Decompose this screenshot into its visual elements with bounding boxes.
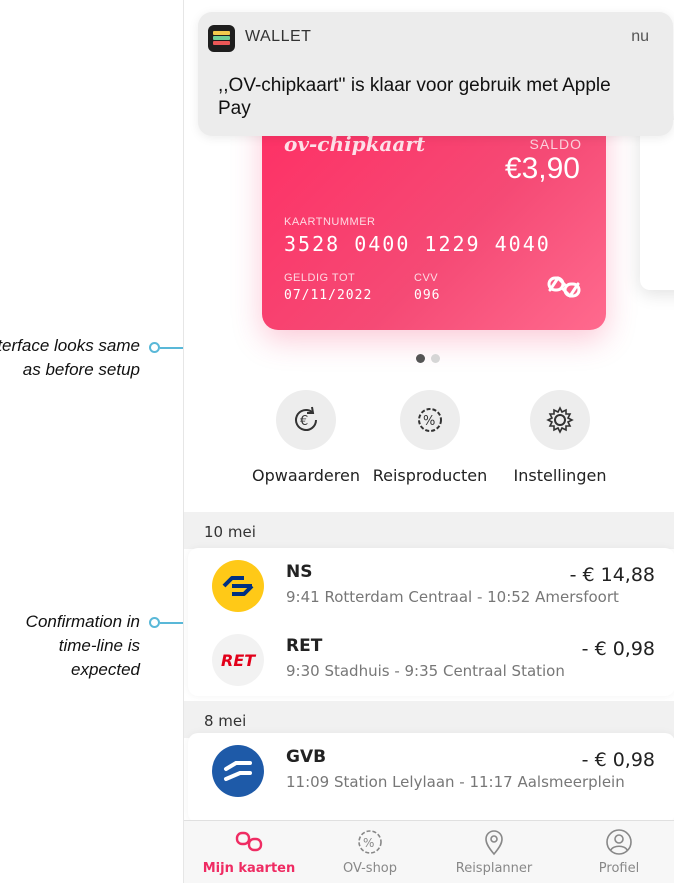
opwaarderen-button[interactable]: € Opwaarderen [236,390,376,485]
gear-icon [530,390,590,450]
page-dot [431,354,440,363]
trip-detail: 11:09 Station Lelylaan - 11:17 Aalsmeerp… [286,773,625,791]
svg-text:RET: RET [221,651,256,670]
trip-list: GVB 11:09 Station Lelylaan - 11:17 Aalsm… [188,733,674,823]
svg-text:€: € [300,414,308,429]
valid-label: GELDIG TOT [284,272,356,284]
page-dot-active [416,354,425,363]
trip-operator: GVB [286,747,327,767]
map-pin-icon [485,830,503,856]
notification-message: ,,OV-chipkaart'' is klaar voor gebruik m… [218,75,611,119]
card-actions: € Opwaarderen % Reisproducten Instelling… [184,390,674,500]
phone-screen: ov-chipkaart SALDO €3,90 KAARTNUMMER 352… [183,0,674,883]
percent-badge-icon: % [358,830,382,854]
card-link-icon [235,831,263,852]
ret-logo: RET [212,634,264,686]
annotation-interface: Interface looks same as before setup [0,336,140,379]
reisproducten-button[interactable]: % Reisproducten [360,390,500,485]
card-link-icon [547,276,581,298]
trip-operator: NS [286,562,313,582]
trip-operator: RET [286,636,323,656]
wallet-notification[interactable]: WALLET nu ,,OV-chipkaart'' is klaar voor… [198,12,673,136]
tab-profiel[interactable]: Profiel [559,827,674,876]
trip-row-gvb[interactable]: GVB 11:09 Station Lelylaan - 11:17 Aalsm… [188,733,674,807]
svg-text:%: % [363,836,374,850]
wallet-app-icon [208,25,235,52]
card-number: 3528 0400 1229 4040 [284,232,551,256]
person-icon [606,829,632,855]
percent-badge-icon: % [400,390,460,450]
instellingen-button[interactable]: Instellingen [490,390,630,485]
trip-row-ns[interactable]: NS 9:41 Rotterdam Centraal - 10:52 Amers… [188,548,674,622]
trip-row-ret[interactable]: RET RET 9:30 Stadhuis - 9:35 Centraal St… [188,622,674,696]
gvb-logo [212,745,264,797]
page-indicator[interactable] [416,348,446,367]
cvv-value: 096 [414,288,441,303]
annotation-marker [149,342,160,353]
trip-amount: - € 0,98 [581,638,655,660]
tab-reisplanner[interactable]: Reisplanner [434,827,554,876]
annotation-marker [149,617,160,628]
trip-detail: 9:41 Rotterdam Centraal - 10:52 Amersfoo… [286,588,619,606]
tab-ov-shop[interactable]: % OV-shop [310,827,430,876]
saldo-value: €3,90 [504,152,580,185]
trip-detail: 9:30 Stadhuis - 9:35 Centraal Station [286,662,565,680]
euro-refresh-icon: € [276,390,336,450]
saldo-label: SALDO [529,136,582,152]
trip-amount: - € 14,88 [569,564,655,586]
annotation-confirmation: Confirmation in time-line is expected [25,612,140,679]
next-card-peek[interactable] [640,120,674,290]
valid-value: 07/11/2022 [284,288,373,303]
tab-mijn-kaarten[interactable]: Mijn kaarten [189,827,309,876]
cvv-label: CVV [414,272,439,284]
trip-list: NS 9:41 Rotterdam Centraal - 10:52 Amers… [188,548,674,696]
tab-bar: Mijn kaarten % OV-shop Reisplanner Profi… [184,820,674,883]
svg-text:%: % [423,414,435,429]
notification-app-name: WALLET [245,28,312,45]
trip-amount: - € 0,98 [581,749,655,771]
card-number-label: KAARTNUMMER [284,216,376,228]
date-header: 10 mei [184,512,674,549]
ns-logo [212,560,264,612]
notification-time: nu [631,28,649,45]
